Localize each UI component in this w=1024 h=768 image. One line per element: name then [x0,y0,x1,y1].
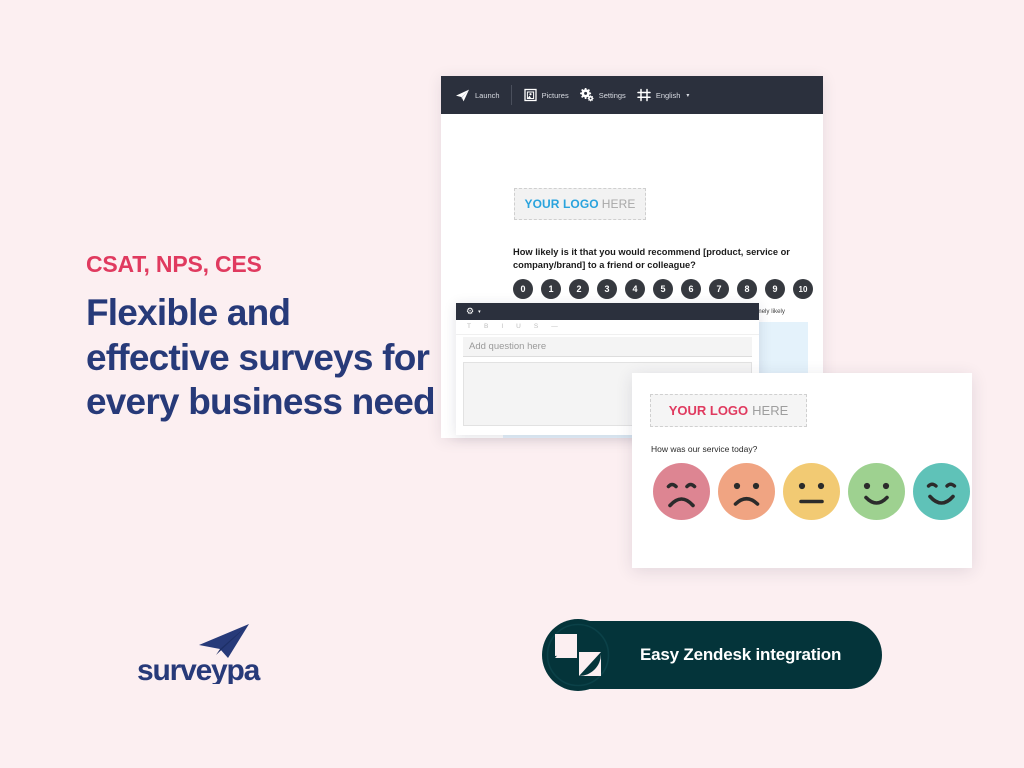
sliders-icon [637,88,651,102]
paper-plane-icon [199,624,249,658]
csat-smiley-scale [653,463,970,520]
toolbar-label-pictures: Pictures [541,90,569,100]
csat-logo-placeholder[interactable]: YOUR LOGO HERE [650,394,807,427]
underline-icon[interactable]: U [516,323,521,331]
csat-question-text: How was our service today? [651,444,758,454]
nps-option-5[interactable]: 5 [653,279,673,299]
link-icon[interactable]: — [551,323,558,331]
toolbar-item-language[interactable]: English ▾ [637,88,701,102]
satisfied-face[interactable] [848,463,905,520]
surveypal-logo: surveypal [137,622,267,689]
bold-icon[interactable]: B [484,323,488,331]
paper-plane-icon [455,89,470,102]
nps-option-6[interactable]: 6 [681,279,701,299]
eyebrow-text: CSAT, NPS, CES [86,251,262,277]
zendesk-logo-icon [542,619,614,691]
nps-option-0[interactable]: 0 [513,279,533,299]
surveypal-wordmark: surveypal [137,654,261,684]
hero-copy-block: CSAT, NPS, CES Flexible and effective su… [86,251,436,424]
picture-frame-icon [523,88,537,102]
logo-placeholder-secondary: HERE [601,197,636,211]
nps-option-4[interactable]: 4 [625,279,645,299]
toolbar-divider [510,85,512,105]
chevron-down-icon[interactable]: ▾ [478,309,481,315]
nps-option-3[interactable]: 3 [597,279,617,299]
editor-toolbar: Launch Pictures Settings English ▾ [441,76,823,114]
text-format-toolbar: T B I U S — [456,320,759,335]
nps-option-9[interactable]: 9 [765,279,785,299]
toolbar-label-launch: Launch [475,90,500,100]
zendesk-integration-badge[interactable]: Easy Zendesk integration [542,619,882,691]
surveypal-period [254,674,260,680]
toolbar-label-language: English [655,90,681,100]
chevron-down-icon: ▾ [686,92,690,99]
toolbar-item-settings[interactable]: Settings [579,88,637,102]
nps-option-1[interactable]: 1 [541,279,561,299]
nps-option-7[interactable]: 7 [709,279,729,299]
toolbar-item-pictures[interactable]: Pictures [523,88,580,102]
nps-option-10[interactable]: 10 [793,279,813,299]
question-input[interactable]: Add question here [463,337,752,357]
csat-logo-primary: YOUR LOGO [668,403,749,418]
very-satisfied-face[interactable] [913,463,970,520]
unsatisfied-face[interactable] [718,463,775,520]
nps-option-2[interactable]: 2 [569,279,589,299]
nps-scale: 0 1 2 3 4 5 6 7 8 9 10 [513,279,813,299]
text-style-icon[interactable]: T [467,323,471,331]
toolbar-item-launch[interactable]: Launch [455,89,511,102]
toolbar-label-settings: Settings [598,90,626,100]
survey-logo-placeholder[interactable]: YOUR LOGO HERE [514,188,646,220]
gear-icon[interactable]: ⚙ [466,307,474,316]
nps-question-text: How likely is it that you would recommen… [513,247,790,271]
page-title: Flexible and effective surveys for every… [86,292,436,423]
very-unsatisfied-face[interactable] [653,463,710,520]
logo-placeholder-primary: YOUR LOGO [524,197,599,211]
nps-option-8[interactable]: 8 [737,279,757,299]
italic-icon[interactable]: I [501,323,503,331]
csat-logo-secondary: HERE [752,403,789,418]
neutral-face[interactable] [783,463,840,520]
csat-survey-card: YOUR LOGO HERE How was our service today… [632,373,972,568]
gears-icon [579,88,594,102]
zendesk-badge-label: Easy Zendesk integration [640,645,842,664]
strikethrough-icon[interactable]: S [534,323,538,331]
question-editor-header: ⚙ ▾ [456,303,759,320]
